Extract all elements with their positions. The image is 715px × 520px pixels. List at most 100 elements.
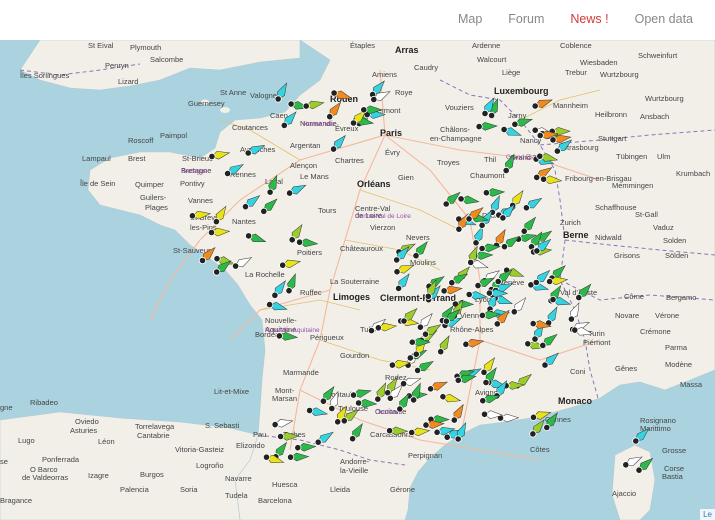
svg-text:Châteauroux: Châteauroux — [340, 244, 383, 253]
svg-text:Perpignan: Perpignan — [408, 451, 442, 460]
svg-text:Soria: Soria — [180, 485, 198, 494]
svg-text:Palencia: Palencia — [120, 485, 150, 494]
svg-text:Rhône-Alpes: Rhône-Alpes — [450, 325, 494, 334]
svg-text:Gênes: Gênes — [615, 364, 637, 373]
svg-text:Côtes: Côtes — [530, 445, 550, 454]
wind-map[interactable]: St Eival Plymouth Salcombe Penryn Îles S… — [0, 40, 715, 520]
svg-text:de Valdeorras: de Valdeorras — [22, 473, 68, 482]
svg-text:Grosse: Grosse — [662, 446, 686, 455]
station-dot — [422, 421, 430, 429]
svg-text:Évry: Évry — [385, 148, 400, 157]
svg-text:St Anne: St Anne — [220, 88, 246, 97]
svg-text:Caudry: Caudry — [414, 63, 438, 72]
svg-text:Orléans: Orléans — [357, 179, 391, 189]
svg-text:Burgos: Burgos — [140, 470, 164, 479]
station-dot — [294, 444, 302, 452]
svg-text:Lleida: Lleida — [330, 485, 351, 494]
svg-text:Centre-Val de Loire: Centre-Val de Loire — [355, 213, 411, 220]
svg-text:Nevers: Nevers — [406, 233, 430, 242]
svg-text:gne: gne — [0, 403, 13, 412]
map-canvas[interactable]: St Eival Plymouth Salcombe Penryn Îles S… — [0, 40, 715, 520]
nav-map-link[interactable]: Map — [458, 12, 482, 26]
svg-text:Sölden: Sölden — [665, 251, 688, 260]
svg-text:Salcombe: Salcombe — [150, 55, 183, 64]
svg-text:Coutances: Coutances — [232, 123, 268, 132]
svg-text:Huesca: Huesca — [272, 480, 298, 489]
nav-opendata-link[interactable]: Open data — [635, 12, 693, 26]
svg-text:Logroño: Logroño — [196, 461, 224, 470]
svg-text:Roscoff: Roscoff — [128, 136, 154, 145]
svg-text:Izagre: Izagre — [88, 471, 109, 480]
svg-text:Lugo: Lugo — [18, 436, 35, 445]
svg-text:Vitoria-Gasteiz: Vitoria-Gasteiz — [175, 445, 224, 454]
station-dot — [275, 332, 283, 340]
svg-text:Tudela: Tudela — [225, 491, 248, 500]
svg-text:Stuttgart: Stuttgart — [598, 134, 627, 143]
nav-news-link[interactable]: News ! — [570, 12, 608, 26]
svg-text:Arras: Arras — [395, 45, 419, 55]
svg-text:Torrelavega: Torrelavega — [135, 422, 175, 431]
svg-text:Vierzon: Vierzon — [370, 223, 395, 232]
svg-text:se: se — [0, 457, 8, 466]
station-dot — [355, 399, 363, 407]
svg-text:Coblence: Coblence — [560, 41, 592, 50]
svg-text:Schweinfurt: Schweinfurt — [638, 51, 678, 60]
svg-text:Le Mans: Le Mans — [300, 172, 329, 181]
land-corsica — [611, 444, 656, 520]
svg-text:Lampaul: Lampaul — [82, 154, 111, 163]
svg-text:St Eival: St Eival — [88, 41, 114, 50]
svg-text:Nidwald: Nidwald — [595, 233, 622, 242]
svg-text:Barcelona: Barcelona — [258, 496, 293, 505]
svg-text:Bretagne: Bretagne — [181, 168, 208, 175]
svg-text:Andorre-: Andorre- — [340, 457, 370, 466]
svg-text:Alençon: Alençon — [290, 161, 317, 170]
svg-text:Amiens: Amiens — [372, 70, 397, 79]
svg-text:Solden: Solden — [663, 236, 686, 245]
svg-text:Chartres: Chartres — [335, 156, 364, 165]
station-dot — [408, 428, 416, 437]
svg-text:Guilers-: Guilers- — [140, 193, 167, 202]
svg-text:Nouvelle-Aquitaine: Nouvelle-Aquitaine — [265, 327, 320, 334]
top-navigation-bar: Map Forum News ! Open data — [0, 0, 715, 41]
svg-text:Massa: Massa — [680, 380, 703, 389]
svg-text:Oviedo: Oviedo — [75, 417, 99, 426]
svg-text:Penryn: Penryn — [105, 61, 129, 70]
svg-text:Coni: Coni — [570, 367, 586, 376]
station-dot — [287, 453, 295, 461]
svg-text:Île de Sein: Île de Sein — [79, 179, 115, 188]
station-dot — [539, 175, 548, 183]
main-nav: Map Forum News ! Open data — [458, 12, 693, 26]
svg-text:Liège: Liège — [502, 68, 520, 77]
svg-text:Gourdon: Gourdon — [340, 351, 369, 360]
svg-text:Troyes: Troyes — [437, 158, 460, 167]
svg-text:Schaffhouse: Schaffhouse — [595, 203, 637, 212]
svg-text:Ansbach: Ansbach — [640, 112, 669, 121]
svg-text:Paimpol: Paimpol — [160, 131, 187, 140]
svg-text:Bastia: Bastia — [662, 472, 684, 481]
svg-text:Roye: Roye — [395, 88, 413, 97]
svg-text:Luxembourg: Luxembourg — [494, 86, 549, 96]
svg-text:Ardenne: Ardenne — [472, 41, 500, 50]
station-dot — [482, 189, 490, 197]
svg-text:Périgueux: Périgueux — [310, 333, 344, 342]
svg-text:Berne: Berne — [563, 230, 589, 240]
svg-text:Plages: Plages — [145, 203, 168, 212]
svg-text:Normandie: Normandie — [303, 121, 335, 128]
svg-text:Navarre: Navarre — [225, 474, 252, 483]
svg-text:Lizard: Lizard — [118, 77, 138, 86]
station-dot — [475, 122, 483, 131]
station-dot — [296, 238, 304, 246]
station-dot — [386, 427, 394, 435]
svg-text:Novare: Novare — [615, 311, 639, 320]
map-attribution[interactable]: Le — [700, 509, 715, 520]
svg-text:Trebur: Trebur — [565, 68, 587, 77]
svg-text:St-Gall: St-Gall — [635, 210, 658, 219]
svg-text:Vannes: Vannes — [188, 196, 213, 205]
nav-forum-link[interactable]: Forum — [508, 12, 544, 26]
svg-text:Ajaccio: Ajaccio — [612, 489, 636, 498]
svg-text:Asturies: Asturies — [70, 426, 97, 435]
station-dot — [440, 287, 448, 295]
svg-text:Brest: Brest — [128, 154, 146, 163]
svg-text:St-Brieuc: St-Brieuc — [182, 154, 213, 163]
svg-text:Gérone: Gérone — [390, 485, 415, 494]
